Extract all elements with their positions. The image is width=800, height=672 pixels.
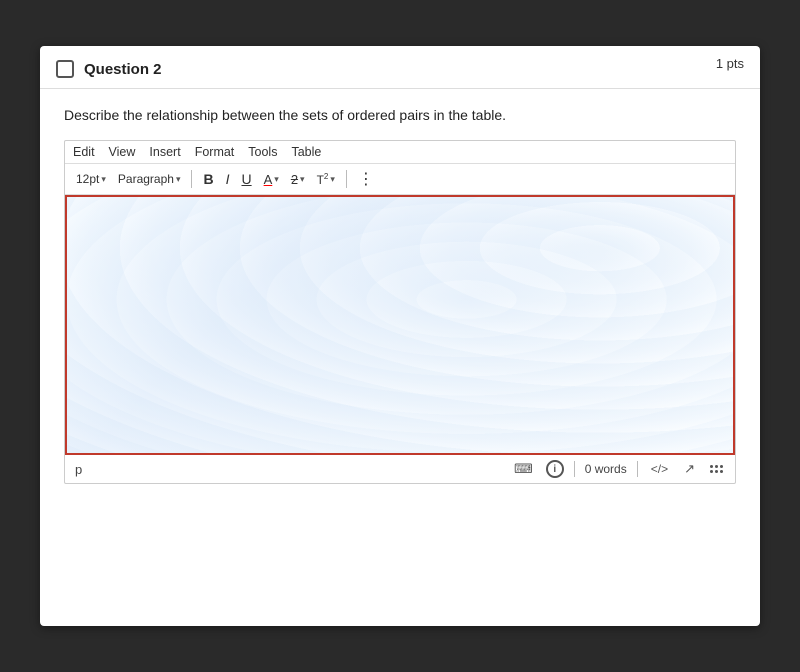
rich-text-editor[interactable]: Edit View Insert Format Tools Table 12pt… [64, 140, 736, 484]
underline-icon: U [241, 171, 251, 187]
strikethrough-chevron: ▾ [300, 174, 305, 185]
word-count-label: 0 words [585, 462, 627, 476]
superscript-icon: T2 [317, 172, 329, 187]
pts-badge: 1 pts [716, 56, 744, 71]
code-view-button[interactable]: </> [648, 461, 671, 477]
accessibility-icon: i [553, 464, 556, 475]
menu-insert[interactable]: Insert [149, 145, 180, 159]
editor-toolbar: 12pt ▾ Paragraph ▾ B I [65, 164, 735, 195]
editor-statusbar: p ⌨ i 0 words </> [65, 455, 735, 483]
menu-edit[interactable]: Edit [73, 145, 95, 159]
toolbar-separator-1 [191, 170, 192, 188]
status-separator-2 [637, 461, 638, 477]
menu-tools[interactable]: Tools [248, 145, 277, 159]
paragraph-value: Paragraph [118, 172, 174, 186]
italic-icon: I [226, 171, 230, 187]
code-view-icon: </> [651, 462, 668, 476]
underline-button[interactable]: U [238, 170, 254, 188]
bold-icon: B [203, 171, 213, 187]
italic-button[interactable]: I [223, 170, 233, 188]
font-color-icon: A [264, 172, 273, 187]
superscript-button[interactable]: T2 ▾ [314, 171, 338, 188]
question-card: 1 pts Question 2 Describe the relationsh… [40, 46, 760, 626]
bold-button[interactable]: B [200, 170, 216, 188]
font-size-chevron: ▾ [101, 174, 106, 185]
font-color-button[interactable]: A ▾ [261, 171, 282, 188]
paragraph-chevron: ▾ [176, 174, 181, 185]
menu-view[interactable]: View [109, 145, 136, 159]
block-type-label: p [75, 462, 82, 477]
editor-content-area[interactable] [65, 195, 735, 455]
expand-button[interactable]: ↗ [681, 460, 698, 478]
strikethrough-icon: 2 [291, 172, 298, 187]
question-icon [56, 60, 74, 78]
font-color-chevron: ▾ [274, 174, 279, 185]
toolbar-separator-2 [346, 170, 347, 188]
question-text: Describe the relationship between the se… [64, 105, 736, 126]
keyboard-button[interactable]: ⌨ [511, 460, 536, 478]
dots-row-1 [710, 465, 723, 468]
strikethrough-button[interactable]: 2 ▾ [288, 171, 308, 188]
status-icons: ⌨ i 0 words </> ↗ [511, 460, 725, 478]
accessibility-button[interactable]: i [546, 460, 564, 478]
editor-menubar: Edit View Insert Format Tools Table [65, 141, 735, 164]
superscript-chevron: ▾ [330, 174, 335, 185]
grid-dots-button[interactable] [708, 463, 725, 475]
expand-icon: ↗ [684, 461, 695, 477]
more-options-button[interactable]: ⋮ [355, 168, 378, 190]
paragraph-selector[interactable]: Paragraph ▾ [115, 171, 184, 187]
dots-row-2 [710, 470, 723, 473]
font-size-value: 12pt [76, 172, 99, 186]
more-options-icon: ⋮ [358, 169, 375, 189]
menu-table[interactable]: Table [291, 145, 321, 159]
keyboard-icon: ⌨ [514, 461, 533, 477]
status-separator [574, 461, 575, 477]
question-body: Describe the relationship between the se… [40, 89, 760, 492]
menu-format[interactable]: Format [195, 145, 235, 159]
font-size-selector[interactable]: 12pt ▾ [73, 171, 109, 187]
question-title: Question 2 [84, 61, 162, 78]
question-header: Question 2 [40, 46, 760, 89]
